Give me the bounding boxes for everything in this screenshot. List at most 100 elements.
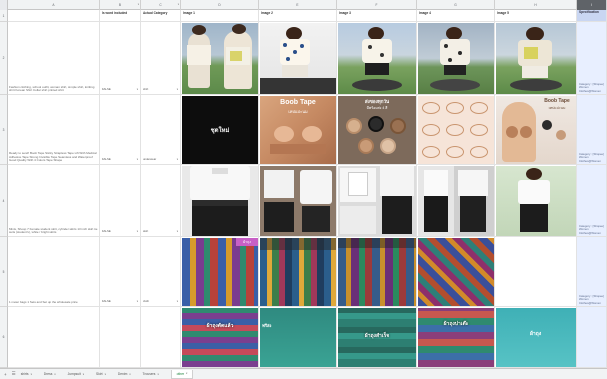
cell-image[interactable] (417, 237, 495, 307)
cell-image[interactable] (417, 95, 495, 165)
tab-skirt[interactable]: Skirt ▾ (96, 372, 106, 376)
product-image-skirt[interactable] (338, 166, 416, 236)
row-header-6[interactable]: 6 (0, 307, 8, 368)
chevron-down-icon[interactable]: ▾ (177, 158, 178, 161)
cell-specification[interactable]: Category : [Shopee] Women Clothes@Women (577, 22, 607, 95)
column-header-e[interactable]: E (259, 0, 337, 10)
row-header-3[interactable]: 3 (0, 95, 8, 165)
chevron-down-icon[interactable]: ▾ (186, 372, 187, 375)
column-header-c[interactable]: C ▾ (141, 0, 181, 10)
product-image-skirt[interactable] (496, 166, 576, 236)
cell-description[interactable]: Minis, Shoop 7 Female student skirt, cyl… (8, 165, 100, 237)
row-header-1[interactable]: 1 (0, 10, 8, 22)
product-image-cloth[interactable]: ผ้าถุง (182, 238, 258, 306)
tab-jumpsuit[interactable]: Jumpsuit ▾ (68, 372, 84, 376)
cell-category-dropdown[interactable]: cloth ▾ (141, 237, 181, 307)
product-image-cloth[interactable]: ผ้าถุงปาเต๊ะ (418, 308, 494, 367)
cell-header-description[interactable] (8, 10, 100, 22)
tab-denim[interactable]: Denim ▾ (118, 372, 131, 376)
column-header-a[interactable]: A (8, 0, 100, 10)
cell-image[interactable] (181, 22, 259, 95)
cell-header-image3[interactable]: Image 3 (337, 10, 417, 22)
chevron-down-icon[interactable]: ▾ (31, 373, 32, 376)
row-header-2[interactable]: 2 (0, 22, 8, 95)
column-header-i[interactable]: I (577, 0, 607, 10)
cell-image[interactable] (337, 165, 417, 237)
chevron-down-icon[interactable]: ▾ (137, 230, 138, 233)
cell-image[interactable] (417, 22, 495, 95)
product-image-shirt[interactable] (182, 23, 258, 94)
cell-image[interactable]: ผ้าถุงตัดแล้ว (181, 307, 259, 368)
cell-category-dropdown[interactable]: skirt ▾ (141, 165, 181, 237)
chevron-down-icon[interactable]: ▾ (137, 158, 138, 161)
product-image-skirt[interactable] (182, 166, 258, 236)
tab-trousers[interactable]: Trousers ▾ (143, 372, 159, 376)
product-image-cloth[interactable]: ฟรีส่ง (260, 308, 336, 367)
chevron-down-icon[interactable]: ▾ (54, 373, 55, 376)
cell-image[interactable]: ผ้าถุง (181, 237, 259, 307)
product-image-underwear[interactable]: Boob Tape เทปแปะนม (260, 96, 336, 164)
product-image-skirt[interactable] (260, 166, 336, 236)
cell-image[interactable] (259, 22, 337, 95)
product-image-cloth[interactable] (338, 238, 416, 306)
cell-image[interactable] (181, 165, 259, 237)
cell-specification[interactable]: Category : [Shopee] Women Clothes@Women (577, 165, 607, 237)
product-image-cloth[interactable]: ผ้าถุงสำเร็จ (338, 308, 416, 367)
cell-category-dropdown[interactable] (141, 307, 181, 368)
product-image-cloth[interactable]: ผ้าถุง (496, 308, 576, 367)
tab-shirts[interactable]: shirts ▾ (21, 372, 32, 376)
tab-other[interactable]: other ▾ (170, 369, 194, 379)
cell-header-image1[interactable]: Image 1 (181, 10, 259, 22)
cell-image[interactable]: ฟรีส่ง (259, 307, 337, 368)
cell-image[interactable]: Boob Tape เทปแปะนม (259, 95, 337, 165)
product-image-cloth[interactable] (260, 238, 336, 306)
cell-is-word-dropdown[interactable]: FALSE ▾ (100, 165, 141, 237)
cell-category-dropdown[interactable]: shirt ▾ (141, 22, 181, 95)
product-image-cloth[interactable] (418, 238, 494, 306)
product-image-underwear[interactable] (418, 96, 494, 164)
cell-is-word-dropdown[interactable]: FALSE ▾ (100, 22, 141, 95)
product-image-shirt[interactable] (260, 23, 336, 94)
cell-image[interactable]: Boob Tape เทปแปะนม (495, 95, 577, 165)
cell-image[interactable]: ผ้าถุงสำเร็จ (337, 307, 417, 368)
cell-specification[interactable]: Category : [Shopee] Women Clothes@Women (577, 95, 607, 165)
product-image-shirt[interactable] (418, 23, 494, 94)
column-header-h[interactable]: H (495, 0, 577, 10)
cell-is-word-dropdown[interactable]: FALSE ▾ (100, 237, 141, 307)
cell-image[interactable] (495, 237, 577, 307)
add-sheet-icon[interactable]: + (4, 372, 7, 377)
cell-image[interactable] (495, 22, 577, 95)
product-image-underwear[interactable]: Boob Tape เทปแปะนม (496, 96, 576, 164)
column-header-d[interactable]: D (181, 0, 259, 10)
cell-image[interactable] (337, 22, 417, 95)
cell-image[interactable] (495, 165, 577, 237)
cell-header-image4[interactable]: Image 4 (417, 10, 495, 22)
chevron-down-icon[interactable]: ▾ (177, 230, 178, 233)
chevron-down-icon[interactable]: ▾ (83, 373, 84, 376)
cell-image[interactable] (417, 165, 495, 237)
cell-header-image2[interactable]: Image 2 (259, 10, 337, 22)
cell-header-specification[interactable]: Specification (577, 10, 607, 22)
chevron-down-icon[interactable]: ▾ (177, 300, 178, 303)
cell-description[interactable]: 1 meter bags 1 Sets and Set up the whole… (8, 237, 100, 307)
chevron-down-icon[interactable]: ▾ (137, 88, 138, 91)
cell-header-is-word[interactable]: Is word included (100, 10, 141, 22)
tab-dress[interactable]: Dress ▾ (44, 372, 56, 376)
cell-description[interactable]: Ready to send! Boob Tape Sticky Straples… (8, 95, 100, 165)
product-image-shirt[interactable] (338, 23, 416, 94)
cell-specification[interactable]: Category : [Shopee] Women Clothes@Women (577, 237, 607, 307)
chevron-down-icon[interactable]: ▾ (177, 88, 178, 91)
cell-image[interactable]: ผ้าถุงปาเต๊ะ (417, 307, 495, 368)
product-image-skirt[interactable] (418, 166, 494, 236)
row-header-5[interactable]: 5 (0, 237, 8, 307)
column-header-f[interactable]: F (337, 0, 417, 10)
cell-description[interactable] (8, 307, 100, 368)
cell-image[interactable]: ผ้าถุง (495, 307, 577, 368)
cell-image[interactable]: ชุดใหม่ (181, 95, 259, 165)
cell-image[interactable] (337, 237, 417, 307)
product-image-cloth[interactable]: ผ้าถุงตัดแล้ว (182, 308, 258, 367)
column-header-g[interactable]: G (417, 0, 495, 10)
chevron-down-icon[interactable]: ▾ (105, 373, 106, 376)
cell-is-word-dropdown[interactable]: FALSE ▾ (100, 95, 141, 165)
chevron-down-icon[interactable]: ▾ (137, 300, 138, 303)
